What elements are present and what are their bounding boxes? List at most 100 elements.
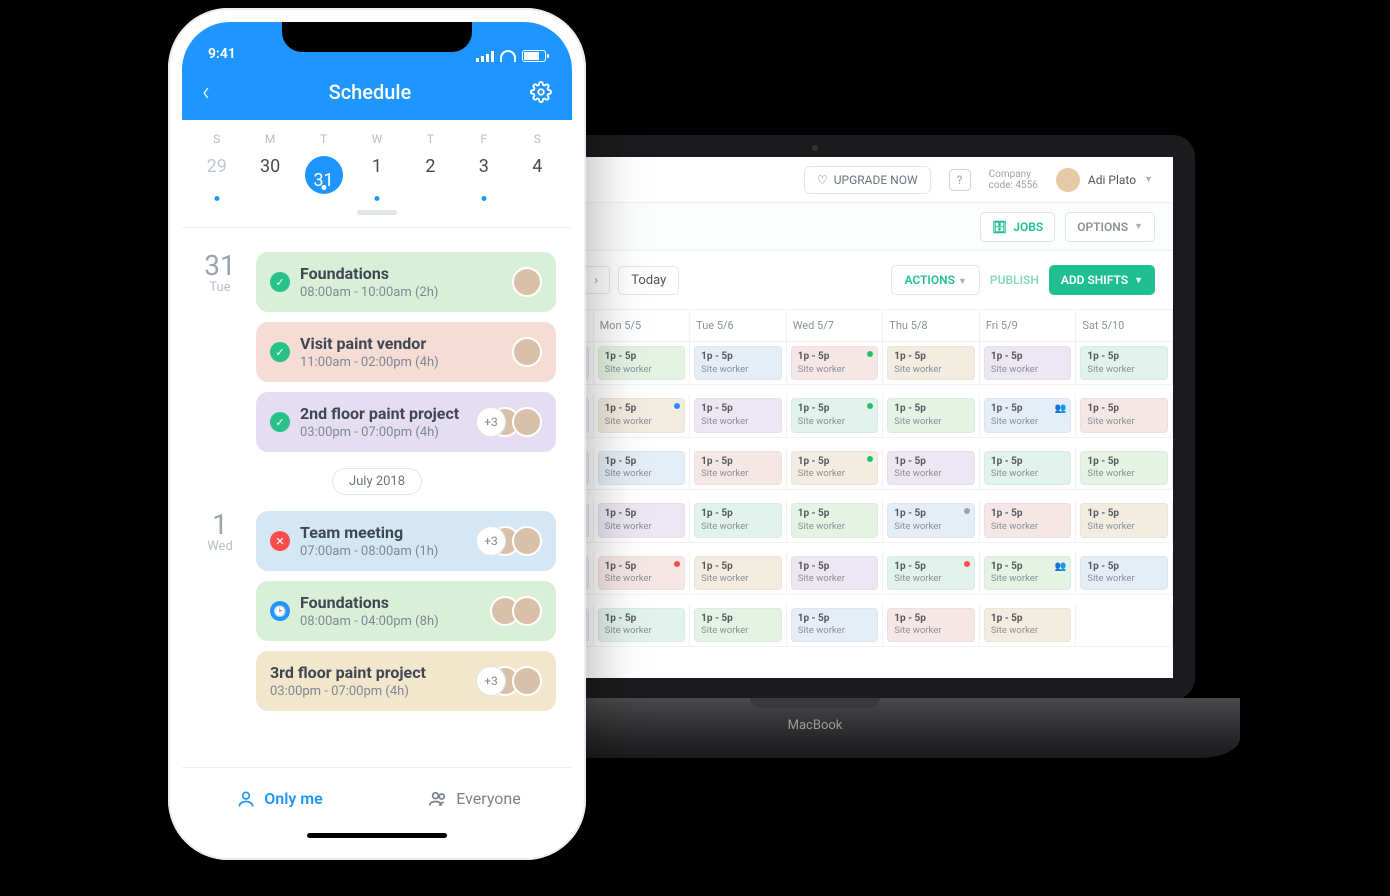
options-button[interactable]: OPTIONS ▼ <box>1065 212 1155 242</box>
week-day[interactable]: 3 <box>457 150 510 200</box>
battery-icon <box>522 50 546 62</box>
avatars <box>512 267 542 297</box>
avatars <box>512 337 542 367</box>
week-day[interactable]: 31 <box>297 150 350 200</box>
shift-card[interactable]: 1p - 5pSite worker <box>1080 398 1168 432</box>
avatar <box>512 596 542 626</box>
back-button[interactable]: ‹ <box>202 77 210 107</box>
shift-card[interactable]: 1p - 5pSite worker <box>791 451 879 485</box>
weekday-label: S <box>190 128 243 150</box>
clock-icon: 🕑 <box>270 601 290 621</box>
heart-icon: ♡ <box>817 173 828 187</box>
shift-card[interactable]: 1p - 5pSite worker👥 <box>984 556 1072 590</box>
profile-menu[interactable]: Adi Plato ▼ <box>1056 168 1153 192</box>
shift-card[interactable]: 1p - 5pSite worker <box>984 608 1072 642</box>
shift-card[interactable]: 1p - 5pSite worker <box>598 451 686 485</box>
shift-card[interactable]: 1p - 5pSite worker <box>791 398 879 432</box>
shift-card[interactable]: 1p - 5pSite worker <box>598 398 686 432</box>
shift-card[interactable]: 1p - 5pSite worker <box>694 608 782 642</box>
shift-card[interactable]: 1p - 5pSite worker <box>598 608 686 642</box>
shift-card[interactable]: 1p - 5pSite worker <box>984 503 1072 537</box>
next-week-button[interactable]: › <box>582 266 610 294</box>
phone-header: ‹ Schedule <box>182 64 572 120</box>
page-title: Schedule <box>329 80 412 104</box>
shift-card[interactable]: 1p - 5pSite worker <box>791 608 879 642</box>
avatar <box>512 407 542 437</box>
shift-card[interactable]: 1p - 5pSite worker <box>887 503 975 537</box>
close-icon: ✕ <box>270 531 290 551</box>
shift-card[interactable]: 1p - 5pSite worker <box>887 608 975 642</box>
status-time: 9:41 <box>208 46 236 62</box>
shift-card[interactable]: 1p - 5pSite worker <box>1080 503 1168 537</box>
add-shifts-button[interactable]: ADD SHIFTS▼ <box>1049 265 1155 295</box>
week-day[interactable]: 30 <box>243 150 296 200</box>
phone-frame: 9:41 ‹ Schedule SMTWTFS 2930311234 31Tue… <box>168 8 586 860</box>
shift-card[interactable]: 1p - 5pSite worker <box>1080 451 1168 485</box>
phone-tabs: Only me Everyone <box>182 767 572 829</box>
shift-card[interactable]: 1p - 5pSite worker👥 <box>984 398 1072 432</box>
week-day[interactable]: 2 <box>404 150 457 200</box>
shift-card[interactable]: 1p - 5pSite worker <box>598 503 686 537</box>
shift-card[interactable]: 1p - 5pSite worker <box>694 346 782 380</box>
day-block: 31Tue✓Foundations08:00am - 10:00am (2h)✓… <box>198 252 556 452</box>
event-card[interactable]: 3rd floor paint project03:00pm - 07:00pm… <box>256 651 556 711</box>
shift-card[interactable]: 1p - 5pSite worker <box>694 398 782 432</box>
event-card[interactable]: 🕑Foundations08:00am - 04:00pm (8h) <box>256 581 556 641</box>
check-icon: ✓ <box>270 342 290 362</box>
avatar <box>1056 168 1080 192</box>
upgrade-button[interactable]: ♡ UPGRADE NOW <box>804 166 931 194</box>
shift-card[interactable]: 1p - 5pSite worker <box>887 346 975 380</box>
weekday-label: M <box>243 128 296 150</box>
event-card[interactable]: ✓2nd floor paint project03:00pm - 07:00p… <box>256 392 556 452</box>
shift-card[interactable]: 1p - 5pSite worker <box>694 503 782 537</box>
shift-card[interactable]: 1p - 5pSite worker <box>887 556 975 590</box>
weekday-label: T <box>297 128 350 150</box>
settings-button[interactable] <box>530 81 552 103</box>
company-code: Company code: 4556 <box>989 169 1038 191</box>
shift-card[interactable]: 1p - 5pSite worker <box>694 556 782 590</box>
avatar <box>512 267 542 297</box>
actions-button[interactable]: ACTIONS ▼ <box>891 265 979 295</box>
shift-card[interactable]: 1p - 5pSite worker <box>791 503 879 537</box>
day-date: 1Wed <box>198 511 242 711</box>
tab-everyone[interactable]: Everyone <box>377 768 572 829</box>
help-icon[interactable]: ? <box>949 169 971 191</box>
avatars: +3 <box>476 526 542 556</box>
shift-card[interactable]: 1p - 5pSite worker <box>694 451 782 485</box>
plus-badge: +3 <box>476 407 506 437</box>
shift-card[interactable]: 1p - 5pSite worker <box>791 556 879 590</box>
shift-card[interactable]: 1p - 5pSite worker <box>887 398 975 432</box>
phone-screen: 9:41 ‹ Schedule SMTWTFS 2930311234 31Tue… <box>182 22 572 846</box>
week-day[interactable]: 1 <box>350 150 403 200</box>
shift-card[interactable]: 1p - 5pSite worker <box>887 451 975 485</box>
tab-only-me[interactable]: Only me <box>182 768 377 829</box>
drag-handle[interactable] <box>357 210 397 215</box>
week-day[interactable]: 29 <box>190 150 243 200</box>
user-name: Adi Plato <box>1088 173 1136 187</box>
shift-card[interactable]: 1p - 5pSite worker <box>791 346 879 380</box>
shift-card[interactable]: 1p - 5pSite worker <box>598 556 686 590</box>
publish-button[interactable]: PUBLISH <box>990 273 1039 287</box>
shift-card[interactable]: 1p - 5pSite worker <box>984 451 1072 485</box>
week-day[interactable]: 4 <box>511 150 564 200</box>
today-button[interactable]: Today <box>618 266 679 295</box>
shift-card[interactable]: 1p - 5pSite worker <box>984 346 1072 380</box>
briefcase-icon: 🗄 <box>992 220 1007 234</box>
plus-badge: +3 <box>476 666 506 696</box>
shift-card[interactable]: 1p - 5pSite worker <box>598 346 686 380</box>
people-icon <box>428 789 448 809</box>
event-card[interactable]: ✕Team meeting07:00am - 08:00am (1h)+3 <box>256 511 556 571</box>
wifi-icon <box>500 50 516 62</box>
events-list[interactable]: 31Tue✓Foundations08:00am - 10:00am (2h)✓… <box>182 228 572 767</box>
event-card[interactable]: ✓Visit paint vendor11:00am - 02:00pm (4h… <box>256 322 556 382</box>
phone-notch <box>282 22 472 52</box>
shift-card[interactable]: 1p - 5pSite worker <box>1080 556 1168 590</box>
jobs-button[interactable]: 🗄 JOBS <box>980 212 1055 242</box>
home-indicator[interactable] <box>307 833 447 838</box>
shift-card[interactable]: 1p - 5pSite worker <box>1080 346 1168 380</box>
event-card[interactable]: ✓Foundations08:00am - 10:00am (2h) <box>256 252 556 312</box>
avatar <box>512 526 542 556</box>
avatars: +3 <box>476 407 542 437</box>
weekday-label: W <box>350 128 403 150</box>
weekday-label: T <box>404 128 457 150</box>
